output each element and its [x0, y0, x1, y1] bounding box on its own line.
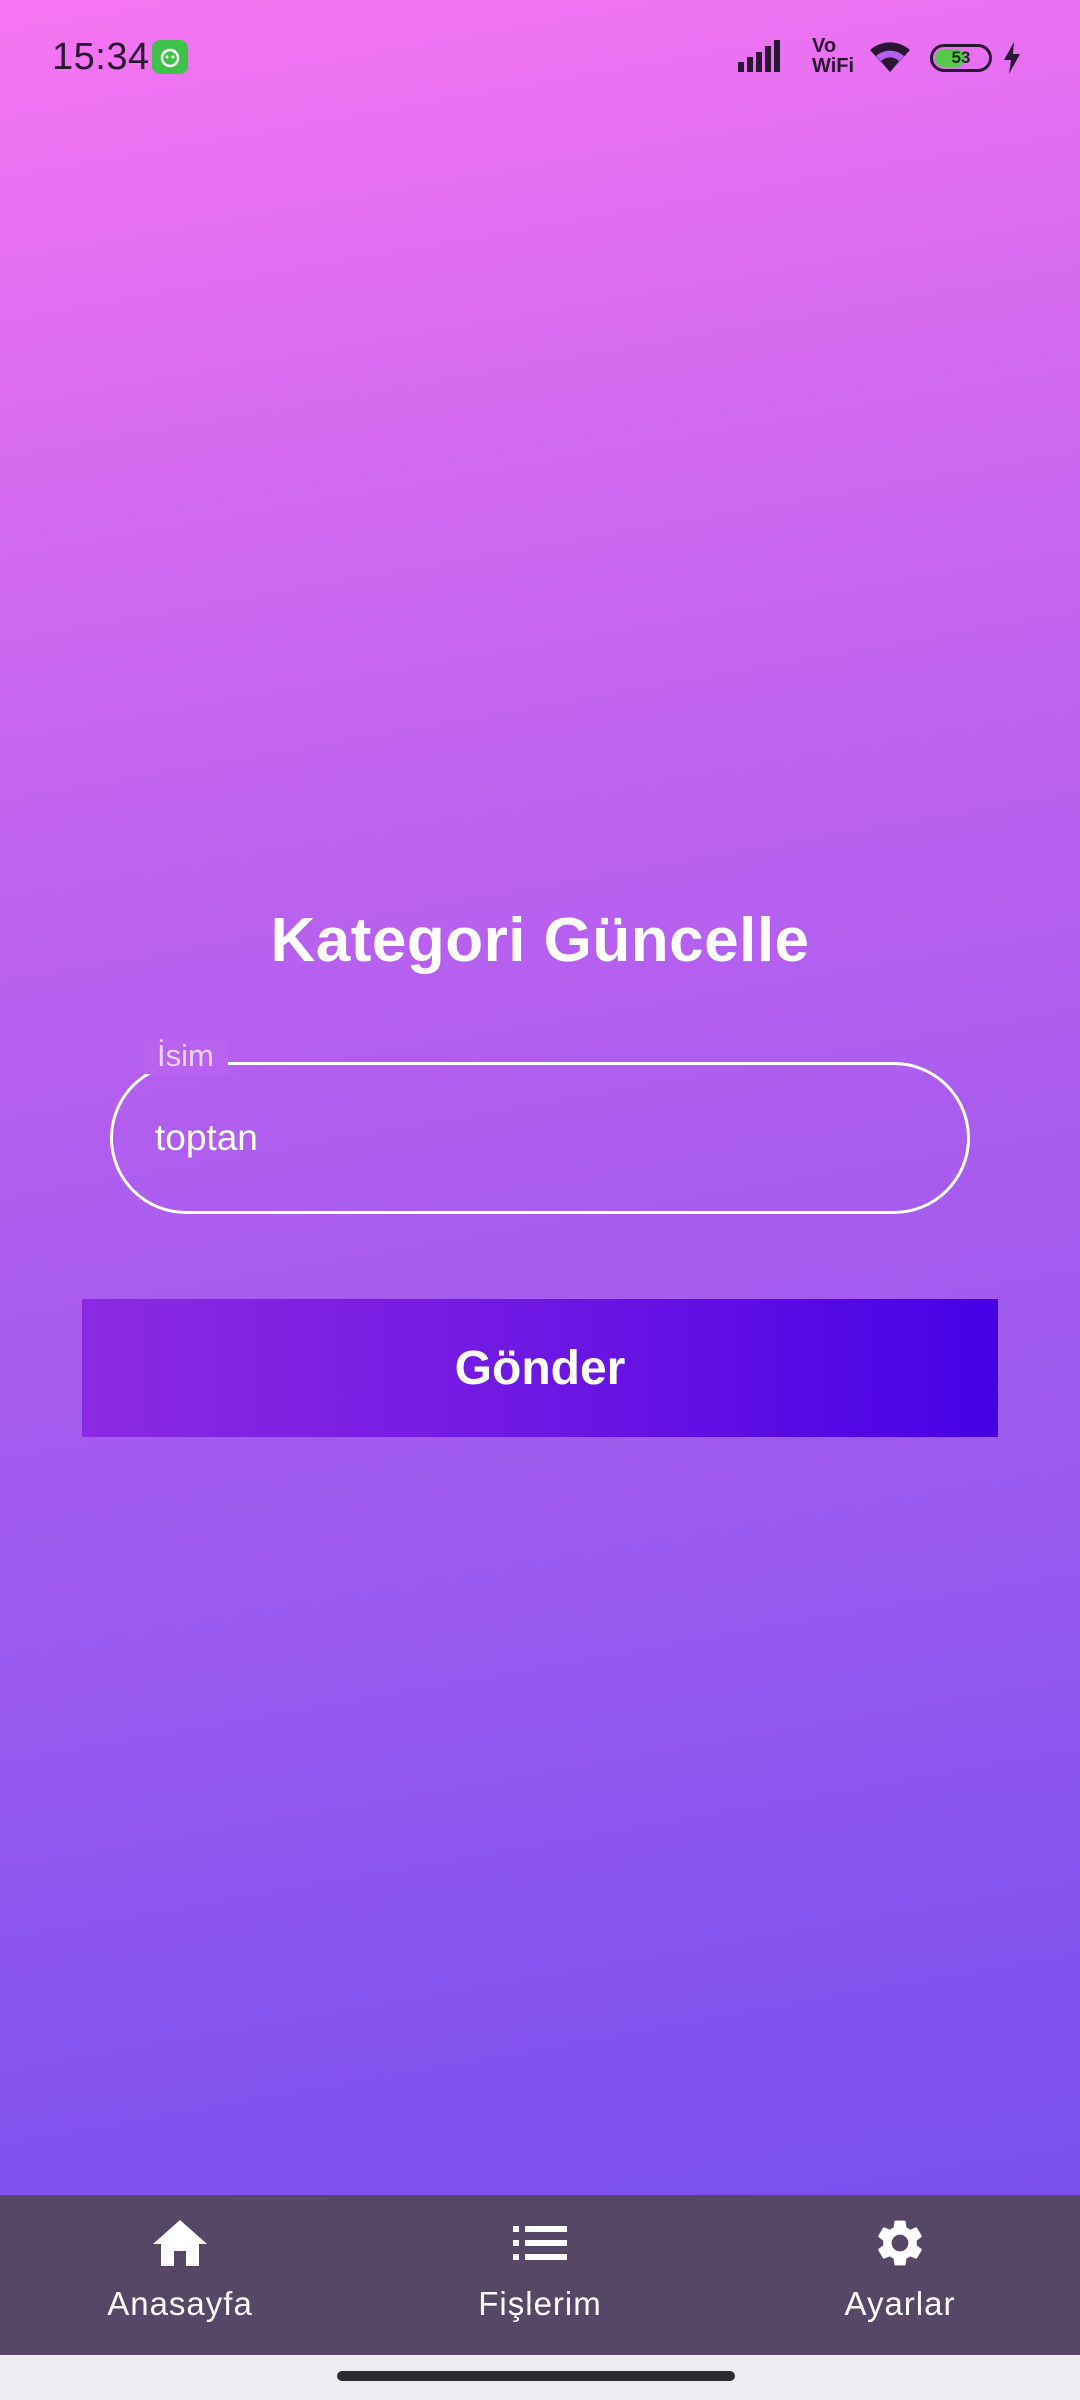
battery-icon: 53	[930, 44, 992, 72]
charging-icon	[1004, 42, 1020, 74]
home-indicator[interactable]	[337, 2371, 735, 2381]
signal-icon	[738, 40, 780, 72]
app-screen: 15:34 Vo WiFi 53 Kategori Güncelle İsim …	[0, 0, 1080, 2195]
name-field-label: İsim	[143, 1038, 228, 1074]
vowifi-bottom-label: WiFi	[812, 55, 855, 77]
wifi-icon	[870, 42, 910, 72]
status-time: 15:34	[52, 36, 150, 78]
name-field-value[interactable]: toptan	[155, 1117, 258, 1159]
gear-icon	[872, 2213, 928, 2273]
app-notification-icon	[152, 40, 188, 74]
nav-item-settings[interactable]: Ayarlar	[720, 2195, 1080, 2355]
page-title: Kategori Güncelle	[270, 906, 810, 975]
vowifi-top-label: Vo	[812, 35, 837, 57]
submit-button[interactable]: Gönder	[82, 1299, 998, 1437]
status-bar: 15:34 Vo WiFi 53	[0, 0, 1080, 115]
battery-level: 53	[951, 48, 971, 67]
vowifi-icon: Vo WiFi	[812, 36, 854, 76]
nav-item-home[interactable]: Anasayfa	[0, 2195, 360, 2355]
name-field[interactable]: İsim toptan	[110, 1038, 970, 1214]
nav-label-settings: Ayarlar	[844, 2285, 956, 2322]
nav-item-receipts[interactable]: Fişlerim	[360, 2195, 720, 2355]
list-icon	[513, 2213, 567, 2273]
nav-label-receipts: Fişlerim	[478, 2285, 602, 2322]
status-icons: Vo WiFi 53	[720, 0, 1080, 115]
bottom-navigation: Anasayfa Fişlerim Ayarlar	[0, 2195, 1080, 2355]
home-icon	[151, 2213, 209, 2273]
nav-label-home: Anasayfa	[107, 2285, 253, 2322]
gesture-bar	[0, 2355, 1080, 2400]
